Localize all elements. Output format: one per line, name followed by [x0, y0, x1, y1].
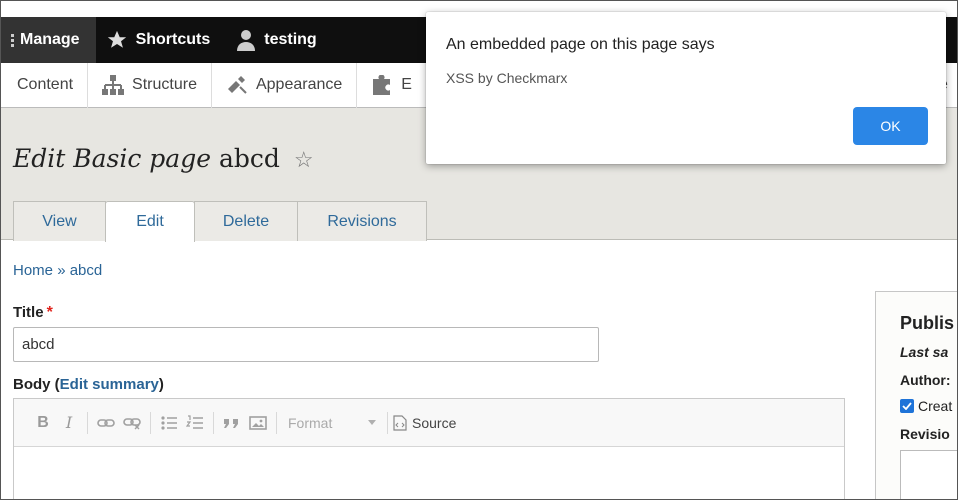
numbered-list-button[interactable] — [182, 410, 208, 436]
blockquote-button[interactable] — [219, 410, 245, 436]
tray-item-label: E — [401, 76, 412, 93]
tray-item-label: Structure — [132, 76, 197, 93]
numbered-list-icon — [186, 414, 203, 429]
source-button[interactable]: Source — [393, 415, 456, 431]
author-label: Author: — [900, 372, 951, 388]
breadcrumb-home-link[interactable]: Home — [13, 262, 53, 279]
edit-summary-link[interactable]: Edit summary — [60, 376, 159, 393]
page-title-node: abcd — [218, 144, 280, 173]
title-input-value: abcd — [22, 336, 55, 353]
star-icon — [107, 30, 126, 48]
ok-button[interactable]: OK — [853, 107, 928, 145]
user-icon — [237, 30, 256, 51]
create-revision-row: Creat — [900, 398, 952, 414]
tab-view[interactable]: View — [13, 201, 106, 241]
tab-label: Delete — [222, 212, 270, 230]
paintbrush-icon — [227, 76, 247, 94]
toolbar-divider — [87, 411, 88, 434]
page-title: Edit Basic page abcd ☆ — [13, 144, 314, 173]
dialog-message: XSS by Checkmarx — [446, 70, 568, 86]
alert-dialog: An embedded page on this page says XSS b… — [426, 12, 946, 164]
breadcrumb-separator: » — [57, 262, 66, 279]
tray-item-label: Appearance — [255, 76, 343, 93]
primary-tabs: View Edit Delete Revisions — [13, 201, 427, 242]
last-saved-text: Last sa — [900, 344, 949, 360]
title-label: Title * — [13, 304, 53, 322]
revision-log-textarea[interactable] — [900, 450, 957, 499]
body-editor: B I Format Source — [13, 398, 845, 499]
tray-item-label: Content — [17, 76, 74, 93]
title-label-text: Title — [13, 304, 44, 321]
sitemap-icon — [102, 75, 125, 95]
toolbar-divider — [150, 411, 151, 434]
toolbar-user[interactable]: testing — [226, 17, 332, 63]
browser-viewport: Manage Shortcuts testing Content Structu… — [0, 0, 958, 500]
image-button[interactable] — [245, 410, 271, 436]
tray-item-content[interactable]: Content — [1, 62, 89, 108]
dialog-title: An embedded page on this page says — [446, 36, 715, 53]
breadcrumb-current-link[interactable]: abcd — [70, 262, 103, 279]
source-document-icon — [393, 414, 407, 431]
toolbar-manage[interactable]: Manage — [1, 17, 96, 63]
unlink-icon — [123, 417, 141, 429]
bulleted-list-button[interactable] — [156, 410, 182, 436]
meta-sidebar: Publis Last sa Author: Creat Revisio — [875, 291, 957, 499]
tab-label: Revisions — [327, 212, 397, 230]
blockquote-icon — [224, 418, 238, 428]
toolbar-divider — [213, 411, 214, 434]
tab-label: Edit — [136, 213, 164, 230]
ok-button-label: OK — [880, 118, 901, 134]
tab-delete[interactable]: Delete — [194, 201, 298, 241]
italic-glyph: I — [65, 413, 73, 432]
breadcrumb: Home » abcd — [13, 262, 102, 279]
bold-glyph: B — [37, 413, 49, 431]
menu-dots-icon — [11, 32, 14, 49]
editor-toolbar: B I Format Source — [14, 399, 844, 447]
body-paren-close: ) — [158, 376, 164, 393]
tab-label: View — [42, 212, 77, 230]
link-button[interactable] — [93, 410, 119, 436]
tab-revisions[interactable]: Revisions — [297, 201, 427, 241]
bold-button[interactable]: B — [30, 410, 56, 436]
revision-log-label: Revisio — [900, 426, 950, 442]
bulleted-list-icon — [161, 415, 177, 430]
chevron-down-icon — [368, 419, 376, 425]
source-button-label: Source — [412, 414, 457, 431]
bookmark-star-icon[interactable]: ☆ — [294, 148, 314, 173]
unlink-button[interactable] — [119, 410, 145, 436]
toolbar-shortcuts[interactable]: Shortcuts — [96, 17, 227, 63]
create-revision-label: Creat — [918, 398, 953, 414]
sidebar-heading: Publis — [900, 313, 955, 333]
format-dropdown[interactable]: Format — [282, 411, 382, 435]
link-icon — [97, 418, 115, 427]
toolbar-manage-label: Manage — [20, 31, 80, 48]
tray-item-extend[interactable]: E — [357, 63, 426, 108]
image-icon — [249, 415, 267, 430]
page-title-prefix: Edit Basic page — [13, 144, 211, 173]
toolbar-shortcuts-label: Shortcuts — [135, 31, 211, 48]
editor-content-area[interactable] — [14, 447, 844, 499]
create-revision-checkbox[interactable] — [900, 399, 914, 413]
tray-item-appearance[interactable]: Appearance — [212, 62, 358, 108]
title-input[interactable]: abcd — [13, 327, 599, 362]
toolbar-divider — [387, 411, 388, 434]
format-dropdown-label: Format — [288, 414, 333, 431]
body-label: Body (Edit summary) — [13, 376, 164, 393]
toolbar-divider — [276, 411, 277, 434]
required-marker: * — [46, 304, 53, 321]
checkmark-icon — [902, 402, 912, 410]
toolbar-user-label: testing — [264, 31, 317, 48]
body-label-text: Body — [13, 376, 51, 393]
puzzle-icon — [373, 75, 391, 95]
tray-item-structure[interactable]: Structure — [88, 62, 212, 108]
italic-button[interactable]: I — [56, 410, 82, 436]
tab-edit[interactable]: Edit — [105, 201, 195, 242]
